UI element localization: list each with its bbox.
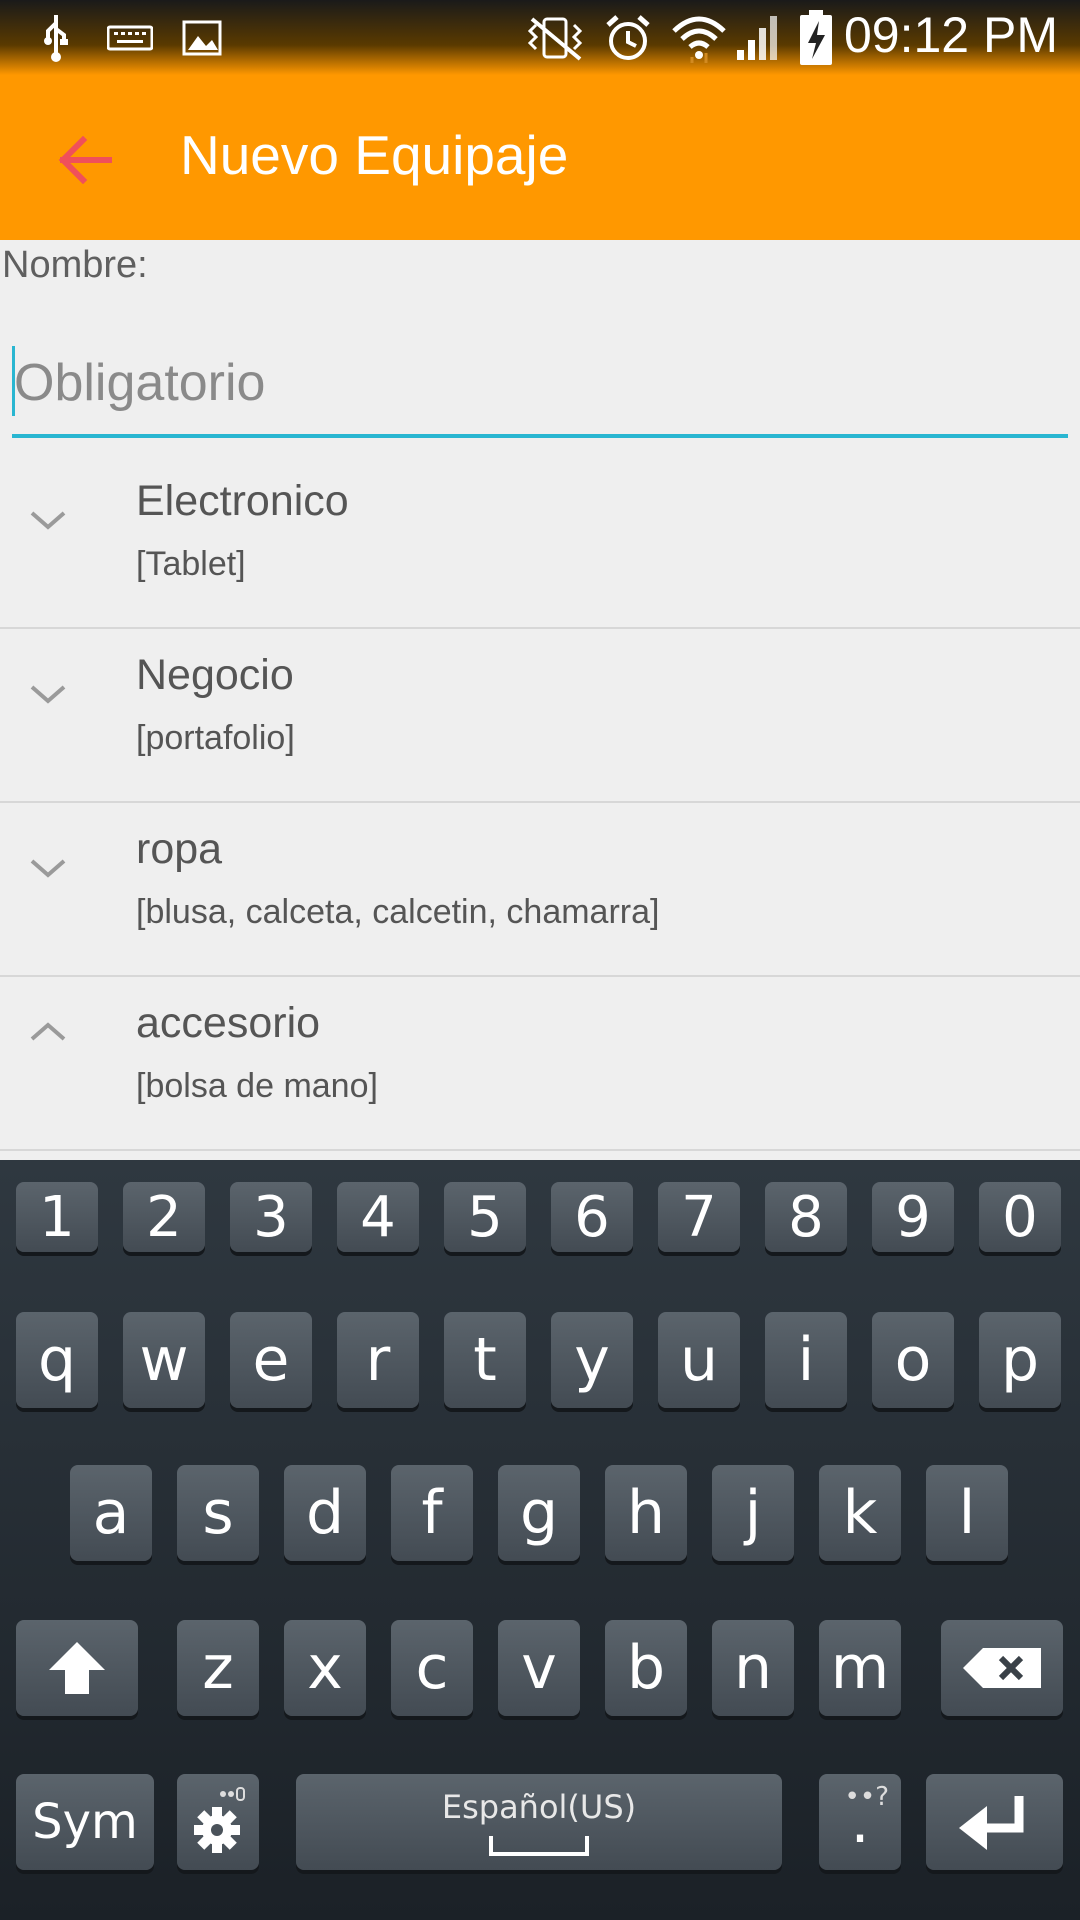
- sym-key[interactable]: Sym: [16, 1774, 154, 1870]
- enter-icon: [958, 1796, 1023, 1850]
- list-item-negocio[interactable]: Negocio [portafolio]: [0, 629, 1080, 803]
- settings-key[interactable]: [177, 1774, 259, 1870]
- backspace-icon: [963, 1648, 1041, 1688]
- space-key-label: Español(US): [441, 1788, 637, 1826]
- key-2[interactable]: 2: [123, 1182, 205, 1252]
- key-t[interactable]: t: [444, 1312, 526, 1408]
- alarm-icon: [602, 0, 654, 75]
- key-c[interactable]: c: [391, 1620, 473, 1716]
- backspace-key[interactable]: [941, 1620, 1063, 1716]
- key-v[interactable]: v: [498, 1620, 580, 1716]
- status-bar: 09:12 PM: [0, 0, 1080, 75]
- status-time: 09:12 PM: [843, 7, 1058, 63]
- chevron-down-icon: [30, 685, 66, 704]
- list-item-accesorio[interactable]: accesorio [bolsa de mano]: [0, 977, 1080, 1151]
- list-item-title: accesorio: [136, 999, 321, 1047]
- name-label: Nombre:: [2, 244, 148, 286]
- wifi-icon: [668, 0, 730, 75]
- key-b[interactable]: b: [605, 1620, 687, 1716]
- key-x[interactable]: x: [284, 1620, 366, 1716]
- shift-key[interactable]: [16, 1620, 138, 1716]
- key-3[interactable]: 3: [230, 1182, 312, 1252]
- keyboard-icon: [106, 0, 154, 75]
- list-item-items: [bolsa de mano]: [136, 1067, 378, 1105]
- list-item-electronico[interactable]: Electronico [Tablet]: [0, 455, 1080, 629]
- key-j[interactable]: j: [712, 1465, 794, 1561]
- chevron-down-icon: [30, 511, 66, 530]
- key-w[interactable]: w: [123, 1312, 205, 1408]
- list-item-items: [portafolio]: [136, 719, 295, 757]
- period-key[interactable]: ••? .: [819, 1774, 901, 1870]
- key-p[interactable]: p: [979, 1312, 1061, 1408]
- key-n[interactable]: n: [712, 1620, 794, 1716]
- punctuation-hint-icon: ••?: [844, 1782, 889, 1812]
- key-d[interactable]: d: [284, 1465, 366, 1561]
- key-o[interactable]: o: [872, 1312, 954, 1408]
- chevron-up-icon: [30, 1022, 66, 1041]
- key-1[interactable]: 1: [16, 1182, 98, 1252]
- space-key[interactable]: Español(US): [296, 1774, 782, 1870]
- space-bar-icon: [489, 1836, 589, 1856]
- list-item-title: Negocio: [136, 651, 294, 699]
- key-a[interactable]: a: [70, 1465, 152, 1561]
- key-h[interactable]: h: [605, 1465, 687, 1561]
- text-caret: [12, 346, 15, 416]
- soft-keyboard: 1 2 3 4 5 6 7 8 9 0 q w e r t y u i o p …: [0, 1160, 1080, 1920]
- key-f[interactable]: f: [391, 1465, 473, 1561]
- back-button[interactable]: [40, 115, 130, 205]
- list-item-ropa[interactable]: ropa [blusa, calceta, calcetin, chamarra…: [0, 803, 1080, 977]
- key-m[interactable]: m: [819, 1620, 901, 1716]
- vibrate-icon: [520, 0, 590, 75]
- key-9[interactable]: 9: [872, 1182, 954, 1252]
- key-5[interactable]: 5: [444, 1182, 526, 1252]
- chevron-down-icon: [30, 859, 66, 878]
- name-input[interactable]: [12, 340, 1068, 438]
- key-e[interactable]: e: [230, 1312, 312, 1408]
- key-u[interactable]: u: [658, 1312, 740, 1408]
- enter-key[interactable]: [926, 1774, 1063, 1870]
- list-item-items: [blusa, calceta, calcetin, chamarra]: [136, 893, 660, 931]
- key-z[interactable]: z: [177, 1620, 259, 1716]
- key-0[interactable]: 0: [979, 1182, 1061, 1252]
- usb-icon: [36, 0, 76, 75]
- key-7[interactable]: 7: [658, 1182, 740, 1252]
- key-q[interactable]: q: [16, 1312, 98, 1408]
- gear-icon: [194, 1787, 245, 1853]
- page-title: Nuevo Equipaje: [180, 124, 569, 186]
- list-item-items: [Tablet]: [136, 545, 246, 583]
- key-k[interactable]: k: [819, 1465, 901, 1561]
- key-r[interactable]: r: [337, 1312, 419, 1408]
- app-bar: Nuevo Equipaje: [0, 75, 1080, 240]
- list-item-title: Electronico: [136, 477, 349, 525]
- key-8[interactable]: 8: [765, 1182, 847, 1252]
- key-l[interactable]: l: [926, 1465, 1008, 1561]
- image-icon: [180, 0, 224, 75]
- key-i[interactable]: i: [765, 1312, 847, 1408]
- key-4[interactable]: 4: [337, 1182, 419, 1252]
- key-y[interactable]: y: [551, 1312, 633, 1408]
- key-s[interactable]: s: [177, 1465, 259, 1561]
- key-6[interactable]: 6: [551, 1182, 633, 1252]
- list-item-title: ropa: [136, 825, 223, 873]
- signal-icon: [734, 0, 782, 75]
- shift-arrow-icon: [49, 1642, 105, 1694]
- battery-charging-icon: [796, 0, 836, 75]
- arrow-left-icon: [58, 136, 112, 184]
- key-g[interactable]: g: [498, 1465, 580, 1561]
